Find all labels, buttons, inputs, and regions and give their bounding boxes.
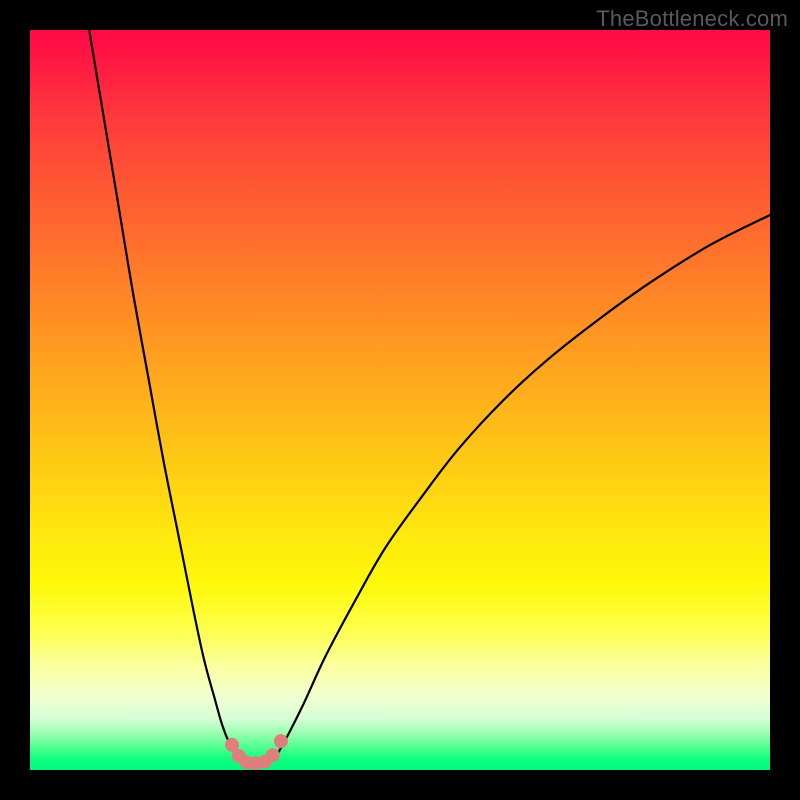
valley-marker [274,734,288,748]
chart-svg [30,30,770,770]
curve-right-branch [279,215,770,751]
valley-marker-group [225,734,288,770]
curve-left-branch [89,30,236,754]
plot-area [30,30,770,770]
valley-marker [266,748,280,762]
watermark-text: TheBottleneck.com [596,6,788,32]
chart-container: TheBottleneck.com [0,0,800,800]
